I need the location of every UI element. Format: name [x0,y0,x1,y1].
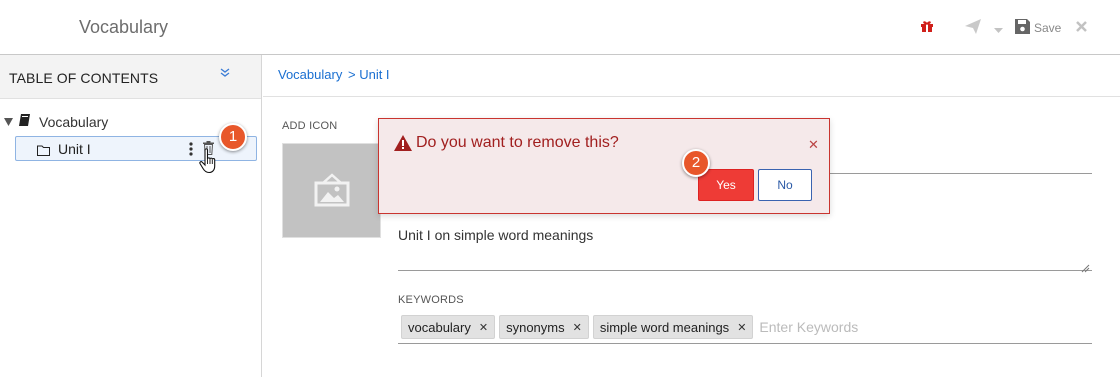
sidebar: TABLE OF CONTENTS Vocabulary Unit I [0,55,262,377]
top-bar: Vocabulary Save [0,0,1120,55]
remove-tag-icon[interactable]: ✕ [737,321,746,334]
keywords-field-underline [398,343,1092,344]
breadcrumb: Vocabulary > Unit I [263,55,1120,97]
dialog-close-icon[interactable]: ✕ [808,137,819,153]
keywords-tag-list: vocabulary ✕ synonyms ✕ simple word mean… [401,315,870,339]
keyword-tag-label: synonyms [506,319,565,335]
toc-title: TABLE OF CONTENTS [9,70,159,86]
main-content: Vocabulary > Unit I ADD ICON Unit I on s… [263,55,1120,377]
keywords-label: KEYWORDS [398,294,464,306]
send-icon[interactable] [965,19,981,39]
remove-tag-icon[interactable]: ✕ [573,321,582,334]
description-field[interactable]: Unit I on simple word meanings [398,227,593,243]
keywords-input[interactable] [759,319,870,335]
toc-header: TABLE OF CONTENTS [0,55,261,99]
dialog-message: Do you want to remove this? [416,134,619,151]
keyword-tag: vocabulary ✕ [401,315,496,339]
more-options-icon[interactable] [189,142,193,161]
remove-confirmation-dialog: Do you want to remove this? ✕ Yes No [378,118,830,214]
expand-triangle-icon[interactable] [4,113,13,131]
no-button[interactable]: No [758,169,812,201]
collapse-icon[interactable] [220,65,230,83]
close-icon[interactable] [1076,19,1087,37]
breadcrumb-current[interactable]: > Unit I [348,67,390,82]
icon-upload-area[interactable] [282,143,381,238]
tree-item-label: Unit I [58,141,91,157]
app-title: Vocabulary [79,17,169,37]
add-icon-label: ADD ICON [282,120,338,132]
remove-tag-icon[interactable]: ✕ [479,321,488,334]
keyword-tag: simple word meanings ✕ [592,315,754,339]
yes-button[interactable]: Yes [698,169,754,201]
hand-cursor-icon [199,148,219,179]
resize-handle-icon[interactable] [1081,260,1090,278]
step-badge-1: 1 [219,123,247,151]
tree-root-label: Vocabulary [39,114,109,130]
keyword-tag-label: vocabulary [408,319,471,335]
keyword-tag-label: simple word meanings [599,319,730,335]
book-icon [19,113,31,131]
gift-icon[interactable] [920,19,934,38]
folder-icon [37,143,50,161]
caret-down-icon[interactable] [994,21,1003,39]
warning-icon [394,135,412,156]
image-placeholder-icon [314,173,350,207]
keyword-tag: synonyms ✕ [499,315,589,339]
save-button[interactable]: Save [1034,21,1061,35]
breadcrumb-root-link[interactable]: Vocabulary [278,67,342,82]
description-field-underline [398,270,1092,271]
save-icon[interactable] [1015,19,1030,39]
step-badge-2: 2 [682,149,710,177]
tree-root-item[interactable]: Vocabulary [4,113,108,131]
